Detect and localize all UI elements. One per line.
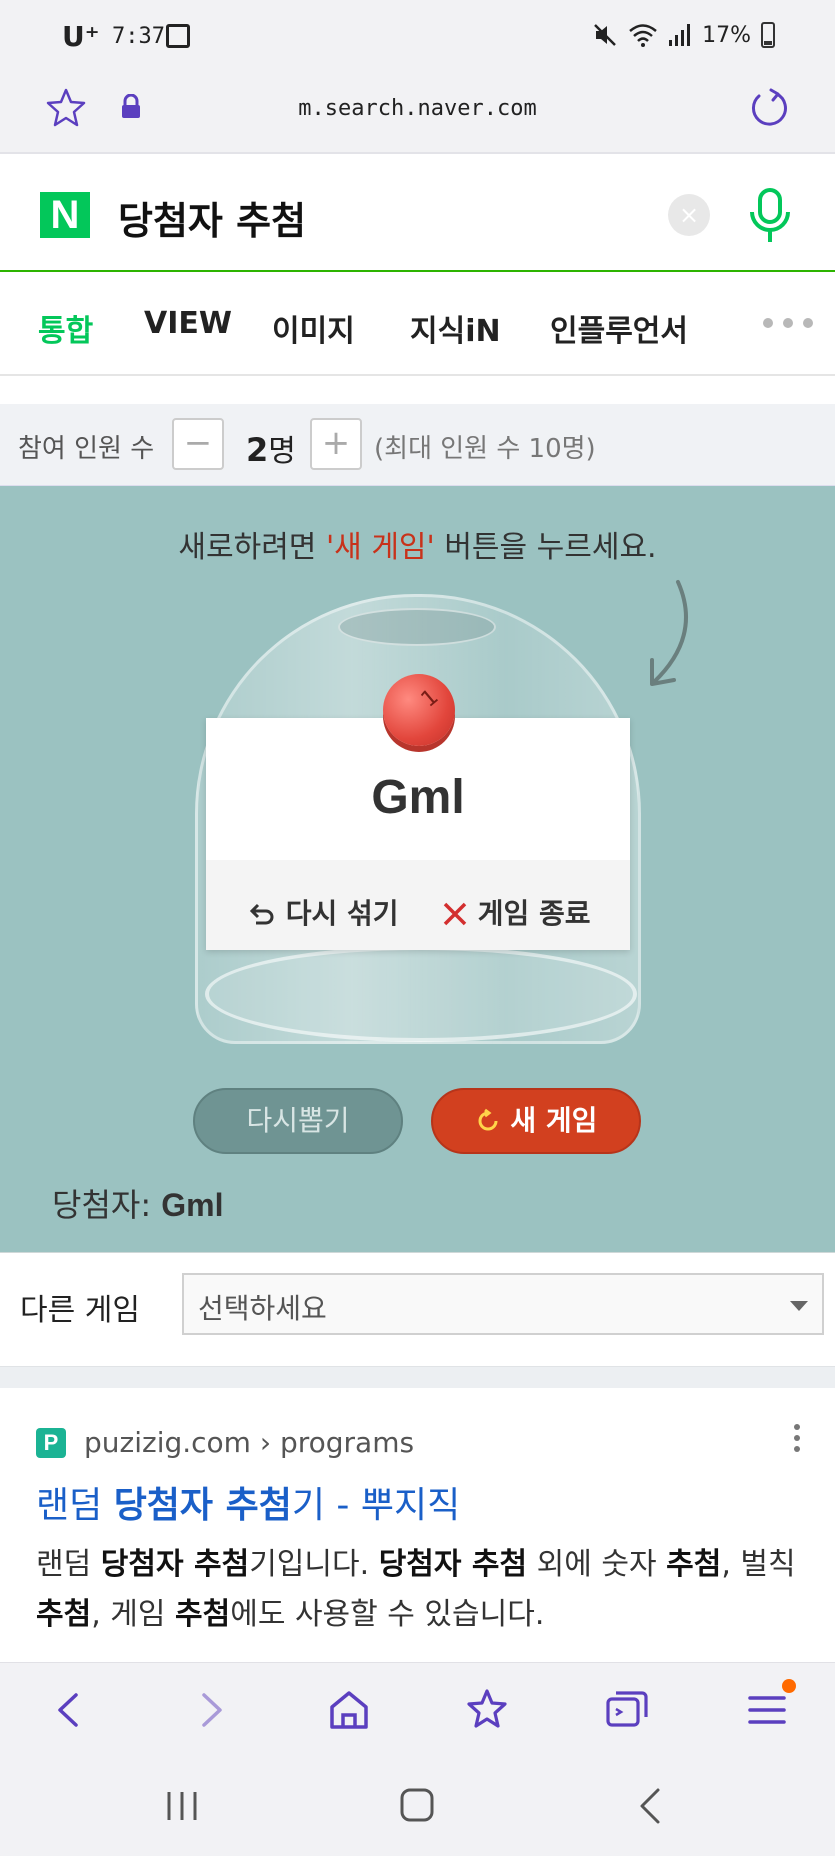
participant-count-label: 참여 인원 수 (18, 434, 155, 464)
tab-knowledge-in[interactable]: 지식iN (410, 306, 501, 350)
more-tabs-icon[interactable] (763, 318, 813, 328)
naver-logo[interactable]: N (40, 192, 90, 238)
menu-icon[interactable] (742, 1685, 792, 1735)
status-bar: U⁺ 7:37 17% (0, 0, 835, 72)
hint-suffix: 버튼을 누르세요. (434, 530, 657, 565)
section-divider (0, 1366, 835, 1388)
more-options-icon[interactable] (794, 1424, 800, 1452)
result-card: Gml 다시 섞기 게임 종료 (206, 718, 630, 950)
search-result-item: P puzizig.com › programs 랜덤 당첨자 추첨기 - 뿌지… (0, 1388, 835, 1662)
tab-images[interactable]: 이미지 (272, 306, 355, 350)
spacer (0, 376, 835, 404)
back-button-icon[interactable] (626, 1784, 676, 1828)
other-game-selected: 선택하세요 (198, 1292, 327, 1325)
dome-base (205, 946, 637, 1042)
back-icon[interactable] (44, 1685, 94, 1735)
system-navigation-bar (0, 1754, 835, 1856)
battery-percent: 17% (702, 22, 751, 48)
reshuffle-button[interactable]: 다시 섞기 (246, 892, 399, 932)
site-favicon: P (36, 1428, 66, 1458)
browser-address-bar: m.search.naver.com (0, 72, 835, 154)
title-keyword: 당첨자 추첨 (113, 1485, 292, 1526)
tabs-icon[interactable] (602, 1685, 652, 1735)
undo-icon (249, 903, 274, 925)
curved-arrow-icon (650, 580, 688, 686)
dome-top-opening (338, 608, 496, 646)
tab-view[interactable]: VIEW (144, 306, 232, 341)
title-part: 기 - 뿌지직 (291, 1485, 461, 1526)
home-button-icon[interactable] (392, 1784, 442, 1828)
title-part: 랜덤 (36, 1485, 114, 1526)
browser-toolbar (0, 1662, 835, 1754)
wifi-icon (629, 24, 657, 47)
tab-influencer[interactable]: 인플루언서 (550, 306, 688, 350)
result-description: 랜덤 당첨자 추첨기입니다. 당첨자 추첨 외에 숫자 추첨, 벌칙 추첨, 게… (36, 1547, 796, 1632)
other-game-row: 다른 게임 선택하세요 (0, 1252, 835, 1366)
recent-apps-icon[interactable] (157, 1784, 207, 1828)
mute-icon (594, 24, 616, 46)
bookmarks-icon[interactable] (462, 1685, 512, 1735)
forward-icon[interactable] (186, 1685, 236, 1735)
clear-search-button[interactable]: × (668, 194, 710, 236)
clock: 7:37 (112, 24, 165, 49)
new-game-button[interactable]: 새 게임 (431, 1088, 641, 1154)
redraw-button[interactable]: 다시뽑기 (193, 1088, 403, 1154)
winner-label: 당첨자: (52, 1186, 152, 1224)
page: U⁺ 7:37 17% m.search.naver.com N 당첨자 추첨 … (0, 0, 835, 1856)
carrier-label: U⁺ (62, 20, 100, 53)
result-title-link[interactable]: 랜덤 당첨자 추첨기 - 뿌지직 (36, 1476, 460, 1528)
winner-line: 당첨자: Gml (52, 1180, 224, 1226)
lottery-game-area: 새로하려면 '새 게임' 버튼을 누르세요. Gml 다시 섞기 게임 종료 1… (0, 486, 835, 1252)
home-icon[interactable] (324, 1685, 374, 1735)
participant-count-value: 2명 (246, 426, 296, 470)
drawn-name: Gml (371, 771, 465, 824)
refresh-icon (478, 1108, 498, 1131)
tab-integrated[interactable]: 통합 (38, 306, 93, 350)
max-participants-note: (최대 인원 수 10명) (374, 434, 596, 464)
result-card-actions: 다시 섞기 게임 종료 (206, 860, 630, 950)
hint-prefix: 새로하려면 (178, 530, 326, 565)
participant-count-unit: 명 (268, 434, 296, 469)
new-game-label: 새 게임 (510, 1104, 598, 1137)
participant-count-number: 2 (246, 431, 269, 469)
search-tabs: 통합 VIEW 이미지 지식iN 인플루언서 (0, 272, 835, 376)
winner-name: Gml (161, 1187, 224, 1223)
image-notification-icon (166, 24, 190, 48)
decrease-participants-button[interactable]: − (172, 418, 224, 470)
lottery-ball: 1 (383, 674, 455, 746)
result-source[interactable]: puzizig.com › programs (84, 1426, 414, 1459)
signal-icon (669, 24, 691, 46)
hint-highlight: '새 게임' (325, 530, 435, 565)
reshuffle-label: 다시 섞기 (285, 897, 399, 930)
other-game-select[interactable]: 선택하세요 (182, 1273, 824, 1335)
voice-search-mic-icon[interactable] (748, 188, 792, 244)
close-icon (443, 902, 467, 926)
url-text[interactable]: m.search.naver.com (0, 96, 835, 121)
participant-count-row: 참여 인원 수 − 2명 + (최대 인원 수 10명) (0, 404, 835, 486)
search-query-input[interactable]: 당첨자 추첨 (118, 190, 306, 245)
search-header: N 당첨자 추첨 × (0, 154, 835, 272)
new-game-hint: 새로하려면 '새 게임' 버튼을 누르세요. (0, 522, 835, 566)
end-game-label: 게임 종료 (477, 897, 591, 930)
chevron-down-icon (790, 1301, 808, 1311)
ball-number: 1 (416, 684, 444, 713)
other-game-label: 다른 게임 (20, 1293, 140, 1328)
notification-dot-badge (782, 1679, 796, 1693)
increase-participants-button[interactable]: + (310, 418, 362, 470)
end-game-button[interactable]: 게임 종료 (442, 892, 591, 932)
reload-icon[interactable] (747, 86, 791, 130)
battery-icon (761, 22, 775, 48)
